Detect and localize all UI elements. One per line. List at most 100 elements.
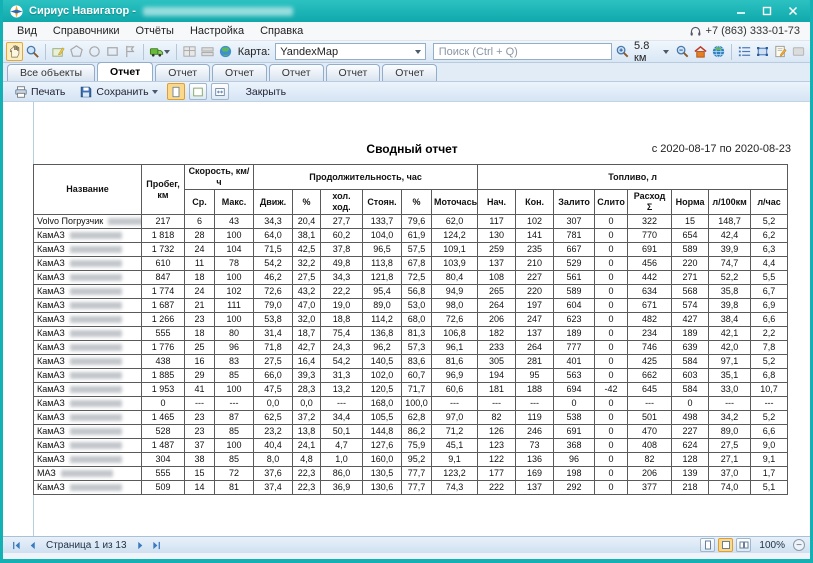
next-page-button[interactable] <box>133 539 149 552</box>
home-button[interactable] <box>692 42 709 61</box>
data-cell: 42,5 <box>293 243 321 257</box>
data-cell: 9,0 <box>751 439 788 453</box>
data-cell: 53,8 <box>254 313 293 327</box>
object-list-button[interactable] <box>736 42 753 61</box>
zoom-level: 100% <box>759 540 785 551</box>
zoom-out-button[interactable] <box>674 42 691 61</box>
edit-map-button[interactable] <box>50 42 67 61</box>
pan-tool-button[interactable] <box>6 42 23 61</box>
map-select[interactable]: YandexMap <box>275 43 426 60</box>
data-cell: 22,3 <box>293 467 321 481</box>
menu-item-1[interactable]: Справочники <box>45 23 128 39</box>
table-row: КамАЗ1 4873710040,424,14,7127,675,945,11… <box>34 439 788 453</box>
draw-circle-button[interactable] <box>86 42 103 61</box>
menu-item-2[interactable]: Отчёты <box>128 23 182 39</box>
close-report-button[interactable]: Закрыть <box>241 84 291 100</box>
vehicle-name: КамАЗ <box>37 398 65 408</box>
flag-button[interactable] <box>122 42 139 61</box>
data-cell: 401 <box>554 355 595 369</box>
data-cell: 639 <box>672 341 709 355</box>
earth-icon <box>218 44 233 59</box>
first-page-button[interactable] <box>8 539 24 552</box>
fit-page-view-button[interactable] <box>718 538 733 552</box>
save-button[interactable]: Сохранить <box>74 83 162 101</box>
tab-5[interactable]: Отчет <box>326 64 381 81</box>
report-table: НазваниеПробег, кмСкорость, км/чПродолжи… <box>33 164 788 495</box>
tab-6[interactable]: Отчет <box>382 64 437 81</box>
tab-3[interactable]: Отчет <box>212 64 267 81</box>
vehicle-button[interactable] <box>148 42 172 61</box>
data-cell: 5,1 <box>751 481 788 495</box>
vehicle-name: КамАЗ <box>37 272 65 282</box>
data-cell: 18,7 <box>293 327 321 341</box>
zoom-in-button[interactable] <box>614 42 631 61</box>
panel-grid-button[interactable] <box>181 42 198 61</box>
data-cell: 72,6 <box>432 313 478 327</box>
edit-notes-button[interactable] <box>772 42 789 61</box>
data-cell: 1 487 <box>142 439 185 453</box>
close-icon[interactable] <box>780 3 806 19</box>
maximize-icon[interactable] <box>754 3 780 19</box>
data-cell: 100,0 <box>402 397 432 411</box>
data-cell: 555 <box>142 467 185 481</box>
tab-1[interactable]: Отчет <box>97 62 153 81</box>
redacted-title-text <box>143 7 293 16</box>
report-toolbar: Печать Сохранить Закрыть <box>3 82 810 102</box>
vehicle-name-cell: Volvo Погрузчик <box>34 215 142 229</box>
spread-view-button[interactable] <box>736 538 751 552</box>
geo-layers-button[interactable] <box>217 42 234 61</box>
data-cell: 46,2 <box>254 271 293 285</box>
caret-down-icon[interactable] <box>663 50 669 54</box>
print-button[interactable]: Печать <box>9 83 70 101</box>
menu-item-0[interactable]: Вид <box>9 23 45 39</box>
data-cell: 104 <box>215 243 254 257</box>
data-cell: 168,0 <box>363 397 402 411</box>
redacted-plate <box>70 246 122 253</box>
data-cell: 41 <box>185 383 215 397</box>
zoom-decrease-button[interactable]: − <box>793 539 805 551</box>
data-cell: 42,4 <box>709 229 751 243</box>
data-cell: 220 <box>516 285 554 299</box>
view-mode-full-button[interactable] <box>189 83 207 100</box>
menu-item-4[interactable]: Справка <box>252 23 311 39</box>
prev-page-button[interactable] <box>24 539 40 552</box>
data-cell: 42,0 <box>709 341 751 355</box>
data-cell: 144,8 <box>363 425 402 439</box>
minimize-icon[interactable] <box>728 3 754 19</box>
draw-rect-button[interactable] <box>104 42 121 61</box>
tab-0[interactable]: Все объекты <box>7 64 95 81</box>
selection-area-button[interactable] <box>754 42 771 61</box>
single-page-view-button[interactable] <box>700 538 715 552</box>
data-cell: 104,0 <box>363 229 402 243</box>
table-row: КамАЗ1 9534110047,528,313,2120,571,760,6… <box>34 383 788 397</box>
data-cell: 6,7 <box>751 285 788 299</box>
map-scale-value[interactable]: 5.8 км <box>634 40 660 64</box>
tab-2[interactable]: Отчет <box>155 64 210 81</box>
last-page-button[interactable] <box>149 539 165 552</box>
data-cell: 27,7 <box>321 215 363 229</box>
zoom-tool-button[interactable] <box>24 42 41 61</box>
vehicle-name: КамАЗ <box>37 440 65 450</box>
data-cell: 182 <box>478 327 516 341</box>
data-cell: 123 <box>478 439 516 453</box>
globe-button[interactable] <box>710 42 727 61</box>
data-cell: 126 <box>478 425 516 439</box>
data-cell: 60,2 <box>321 229 363 243</box>
data-cell: 42,7 <box>293 341 321 355</box>
draw-polygon-button[interactable] <box>68 42 85 61</box>
data-cell: 0 <box>595 229 628 243</box>
search-input[interactable] <box>433 43 612 60</box>
view-mode-width-button[interactable] <box>211 83 229 100</box>
data-cell: 307 <box>554 215 595 229</box>
menu-item-3[interactable]: Настройка <box>182 23 252 39</box>
tab-4[interactable]: Отчет <box>269 64 324 81</box>
data-cell: --- <box>185 397 215 411</box>
data-cell: 227 <box>672 425 709 439</box>
pagination-text: Страница 1 из 13 <box>46 540 127 551</box>
vehicle-name: КамАЗ <box>37 426 65 436</box>
data-cell: 746 <box>628 341 672 355</box>
view-mode-page-button[interactable] <box>167 83 185 100</box>
printer-icon <box>14 85 28 99</box>
data-cell: 79,6 <box>402 215 432 229</box>
road-panel-button[interactable] <box>199 42 216 61</box>
